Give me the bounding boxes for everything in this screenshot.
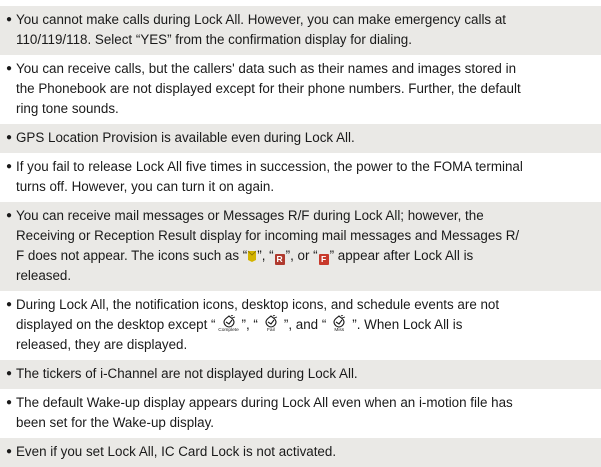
note-text: ”, “ <box>241 317 258 332</box>
note-line: During Lock All, the notification icons,… <box>16 297 500 312</box>
note-line: GPS Location Provision is available even… <box>16 130 355 145</box>
bullet-icon: ● <box>6 446 13 457</box>
note-line: 110/119/118. Select “YES” from the confi… <box>16 32 412 47</box>
mail-icon <box>248 250 257 262</box>
bullet-icon: ● <box>6 132 13 143</box>
note-item: ● You can receive mail messages or Messa… <box>0 202 601 291</box>
note-item: ● You cannot make calls during Lock All.… <box>0 6 601 55</box>
note-item: ● During Lock All, the notification icon… <box>0 291 601 360</box>
bullet-icon: ● <box>6 397 13 408</box>
note-text: F does not appear. The icons such as “ <box>16 248 248 263</box>
note-text: ”. When Lock All is <box>352 317 463 332</box>
notes-list: ● You cannot make calls during Lock All.… <box>0 6 601 467</box>
note-text: ” appear after Lock All is <box>329 248 474 263</box>
note-line: been set for the Wake-up display. <box>16 415 214 430</box>
note-text: ”, “ <box>257 248 274 263</box>
manual-page: ● You cannot make calls during Lock All.… <box>0 0 601 467</box>
note-text: ”, and “ <box>283 317 327 332</box>
note-line: released. <box>16 268 72 283</box>
schedule-caption: Fail <box>266 328 275 333</box>
schedule-fail-icon: Fail <box>260 315 282 335</box>
note-item: ● Even if you set Lock All, IC Card Lock… <box>0 438 601 467</box>
bullet-icon: ● <box>6 299 13 310</box>
note-line: Receiving or Reception Result display fo… <box>16 228 520 243</box>
note-text: displayed on the desktop except “ <box>16 317 216 332</box>
bullet-icon: ● <box>6 63 13 74</box>
schedule-miss-icon: Miss <box>328 315 350 335</box>
bullet-icon: ● <box>6 161 13 172</box>
note-item: ● The default Wake-up display appears du… <box>0 389 601 438</box>
note-line: the Phonebook are not displayed except f… <box>16 81 521 96</box>
note-line: You can receive calls, but the callers' … <box>16 61 517 76</box>
bullet-icon: ● <box>6 210 13 221</box>
messages-f-icon: F <box>318 254 329 265</box>
note-line: released, they are displayed. <box>16 337 188 352</box>
schedule-caption: Miss <box>334 328 345 333</box>
note-item: ● GPS Location Provision is available ev… <box>0 124 601 153</box>
note-item: ● The tickers of i-Channel are not displ… <box>0 360 601 389</box>
note-text: ”, or “ <box>285 248 318 263</box>
note-line: turns off. However, you can turn it on a… <box>16 179 275 194</box>
note-line: The tickers of i-Channel are not display… <box>16 366 358 381</box>
note-line: The default Wake-up display appears duri… <box>16 395 513 410</box>
note-line: ring tone sounds. <box>16 101 119 116</box>
note-item: ● You can receive calls, but the callers… <box>0 55 601 124</box>
note-line: You cannot make calls during Lock All. H… <box>16 12 507 27</box>
schedule-complete-icon: Complete <box>218 315 240 335</box>
note-line-with-icons: F does not appear. The icons such as “ ”,… <box>16 246 595 266</box>
note-line-with-icons: displayed on the desktop except “Complet… <box>16 315 595 335</box>
note-line: You can receive mail messages or Message… <box>16 208 484 223</box>
messages-r-icon: R <box>274 254 285 265</box>
note-line: If you fail to release Lock All five tim… <box>16 159 523 174</box>
note-line: Even if you set Lock All, IC Card Lock i… <box>16 444 337 459</box>
bullet-icon: ● <box>6 14 13 25</box>
note-item: ● If you fail to release Lock All five t… <box>0 153 601 202</box>
bullet-icon: ● <box>6 368 13 379</box>
schedule-caption: Complete <box>218 328 239 333</box>
